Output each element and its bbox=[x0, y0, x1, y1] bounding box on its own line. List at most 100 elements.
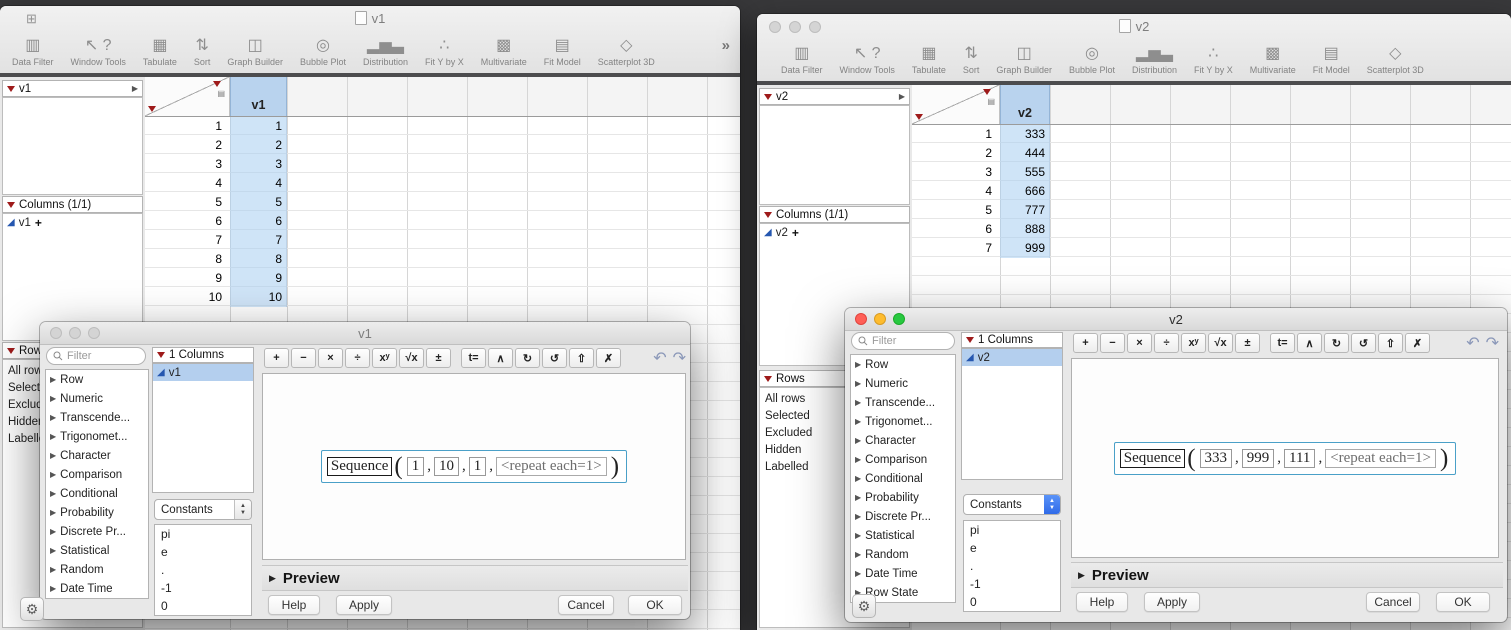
titlebar[interactable]: ⊞ v1 bbox=[0, 6, 740, 30]
function-category-item[interactable]: ▶ Transcende... bbox=[46, 408, 148, 427]
red-triangle-menu-icon[interactable] bbox=[157, 352, 165, 358]
table-row[interactable]: 8 8 bbox=[145, 249, 740, 268]
table-row[interactable]: 6 6 bbox=[145, 211, 740, 230]
column-list-item[interactable]: ◢ v1 + bbox=[3, 214, 142, 232]
formula-argument[interactable]: 1 bbox=[468, 457, 487, 476]
table-panel-header[interactable]: v1 ▶ bbox=[2, 80, 143, 97]
selected-column-item[interactable]: ◢ v2 bbox=[962, 349, 1062, 366]
power-icon[interactable]: xʸ bbox=[1181, 333, 1206, 353]
toolbar-button[interactable]: ▥ Data Filter bbox=[781, 41, 823, 76]
toolbar-button[interactable]: ▂▅▃ Distribution bbox=[1132, 41, 1177, 76]
constants-dropdown[interactable]: Constants ▲ ▼ bbox=[154, 499, 252, 520]
panel-collapse-arrow-icon[interactable]: ▶ bbox=[899, 92, 905, 101]
filter-input[interactable]: Filter bbox=[851, 332, 955, 350]
cancel-button[interactable]: Cancel bbox=[558, 595, 614, 615]
table-row[interactable]: 4 4 bbox=[145, 173, 740, 192]
toolbar-button[interactable]: ↖ ? Window Tools bbox=[840, 41, 895, 76]
local-variable-icon[interactable]: t= bbox=[461, 348, 486, 368]
plus-icon[interactable]: + bbox=[264, 348, 289, 368]
function-category-item[interactable]: ▶ Date Time bbox=[46, 579, 148, 598]
columns-panel-header[interactable]: Columns (1/1) bbox=[759, 206, 910, 223]
dialog-columns-header[interactable]: 1 Columns bbox=[152, 347, 254, 363]
toolbar-button[interactable]: ⇅ Sort bbox=[194, 33, 211, 68]
help-button[interactable]: Help bbox=[1076, 592, 1128, 612]
columns-panel-header[interactable]: Columns (1/1) bbox=[2, 196, 143, 213]
toolbar-button[interactable]: ▦ Tabulate bbox=[912, 41, 946, 76]
disclosure-triangle-icon[interactable]: ▶ bbox=[1078, 570, 1085, 581]
root-icon[interactable]: √x bbox=[1208, 333, 1233, 353]
red-triangle-menu-icon[interactable] bbox=[764, 211, 772, 218]
red-triangle-menu-icon[interactable] bbox=[764, 93, 772, 100]
dialog-titlebar[interactable]: v1 bbox=[40, 322, 690, 345]
gear-icon[interactable]: ⚙ bbox=[852, 594, 876, 618]
plus-minus-icon[interactable]: ± bbox=[1235, 333, 1260, 353]
table-row[interactable]: 4 666 bbox=[912, 181, 1511, 200]
table-row[interactable]: 3 555 bbox=[912, 162, 1511, 181]
function-category-item[interactable]: ▶ Row bbox=[851, 355, 955, 374]
gear-icon[interactable]: ⚙ bbox=[20, 597, 44, 621]
redo-icon[interactable]: ↷ bbox=[673, 348, 686, 368]
table-row[interactable]: 7 999 bbox=[912, 238, 1511, 257]
column-list-item[interactable]: ◢ v2 + bbox=[760, 224, 909, 242]
function-category-item[interactable]: ▶ Random bbox=[851, 545, 955, 564]
formula-argument[interactable]: <repeat each=1> bbox=[1325, 448, 1436, 468]
constant-item[interactable]: e bbox=[155, 543, 251, 561]
constant-item[interactable]: e bbox=[964, 539, 1060, 557]
red-triangle-menu-icon[interactable] bbox=[983, 89, 991, 95]
divide-icon[interactable]: ÷ bbox=[345, 348, 370, 368]
selected-column-item[interactable]: ◢ v1 bbox=[153, 364, 253, 381]
insert-icon[interactable]: ∧ bbox=[1297, 333, 1322, 353]
formula-argument[interactable]: <repeat each=1> bbox=[495, 457, 607, 476]
function-category-item[interactable]: ▶ Discrete Pr... bbox=[851, 507, 955, 526]
function-category-item[interactable]: ▶ Statistical bbox=[46, 541, 148, 560]
red-triangle-menu-icon[interactable] bbox=[7, 347, 15, 354]
disclosure-triangle-icon[interactable]: ▶ bbox=[269, 573, 276, 584]
constant-item[interactable]: . bbox=[155, 561, 251, 579]
toolbar-button[interactable]: ∴ Fit Y by X bbox=[1194, 41, 1233, 76]
formula-argument[interactable]: 333 bbox=[1199, 448, 1233, 468]
table-row[interactable]: 7 7 bbox=[145, 230, 740, 249]
peel-icon[interactable]: ⇧ bbox=[1378, 333, 1403, 353]
stepper-icon[interactable]: ▲ ▼ bbox=[1044, 495, 1060, 514]
minus-icon[interactable]: − bbox=[291, 348, 316, 368]
table-row[interactable]: 1 1 bbox=[145, 116, 740, 135]
formula-canvas[interactable]: Sequence ( 333,999,111,<repeat each=1>, … bbox=[1071, 358, 1499, 558]
toolbar-button[interactable]: ⇅ Sort bbox=[963, 41, 980, 76]
multiply-icon[interactable]: × bbox=[318, 348, 343, 368]
ok-button[interactable]: OK bbox=[628, 595, 682, 615]
function-category-item[interactable]: ▶ Date Time bbox=[851, 564, 955, 583]
table-row[interactable]: 5 777 bbox=[912, 200, 1511, 219]
function-category-item[interactable]: ▶ Conditional bbox=[46, 484, 148, 503]
constants-dropdown[interactable]: Constants ▲ ▼ bbox=[963, 494, 1061, 515]
toolbar-button[interactable]: ◎ Bubble Plot bbox=[1069, 41, 1115, 76]
rotate-ccw-icon[interactable]: ↺ bbox=[1351, 333, 1376, 353]
formula-function-name[interactable]: Sequence bbox=[1119, 448, 1186, 468]
toolbar-button[interactable]: ◎ Bubble Plot bbox=[300, 33, 346, 68]
toolbar-button[interactable]: ▦ Tabulate bbox=[143, 33, 177, 68]
rotate-cw-icon[interactable]: ↻ bbox=[515, 348, 540, 368]
table-row[interactable]: 10 10 bbox=[145, 287, 740, 306]
function-category-item[interactable]: ▶ Conditional bbox=[851, 469, 955, 488]
multiply-icon[interactable]: × bbox=[1127, 333, 1152, 353]
constant-item[interactable]: . bbox=[964, 557, 1060, 575]
formula-argument[interactable]: 999 bbox=[1241, 448, 1275, 468]
red-triangle-menu-icon[interactable] bbox=[966, 337, 974, 343]
function-category-item[interactable]: ▶ Discrete Pr... bbox=[46, 522, 148, 541]
function-category-item[interactable]: ▶ Trigonomet... bbox=[46, 427, 148, 446]
divide-icon[interactable]: ÷ bbox=[1154, 333, 1179, 353]
cancel-button[interactable]: Cancel bbox=[1366, 592, 1420, 612]
toolbar-button[interactable]: ▩ Multivariate bbox=[1250, 41, 1296, 76]
formula-function-name[interactable]: Sequence bbox=[326, 457, 393, 476]
insert-icon[interactable]: ∧ bbox=[488, 348, 513, 368]
power-icon[interactable]: xʸ bbox=[372, 348, 397, 368]
toolbar-button[interactable]: ◇ Scatterplot 3D bbox=[598, 33, 655, 68]
function-category-item[interactable]: ▶ Statistical bbox=[851, 526, 955, 545]
function-category-item[interactable]: ▶ Comparison bbox=[851, 450, 955, 469]
toolbar-button[interactable]: ▤ Fit Model bbox=[544, 33, 581, 68]
table-row[interactable]: 5 5 bbox=[145, 192, 740, 211]
table-row[interactable]: 1 333 bbox=[912, 124, 1511, 143]
function-category-item[interactable]: ▶ Probability bbox=[46, 503, 148, 522]
apply-button[interactable]: Apply bbox=[336, 595, 392, 615]
constant-item[interactable]: pi bbox=[155, 525, 251, 543]
panel-collapse-arrow-icon[interactable]: ▶ bbox=[132, 84, 138, 93]
